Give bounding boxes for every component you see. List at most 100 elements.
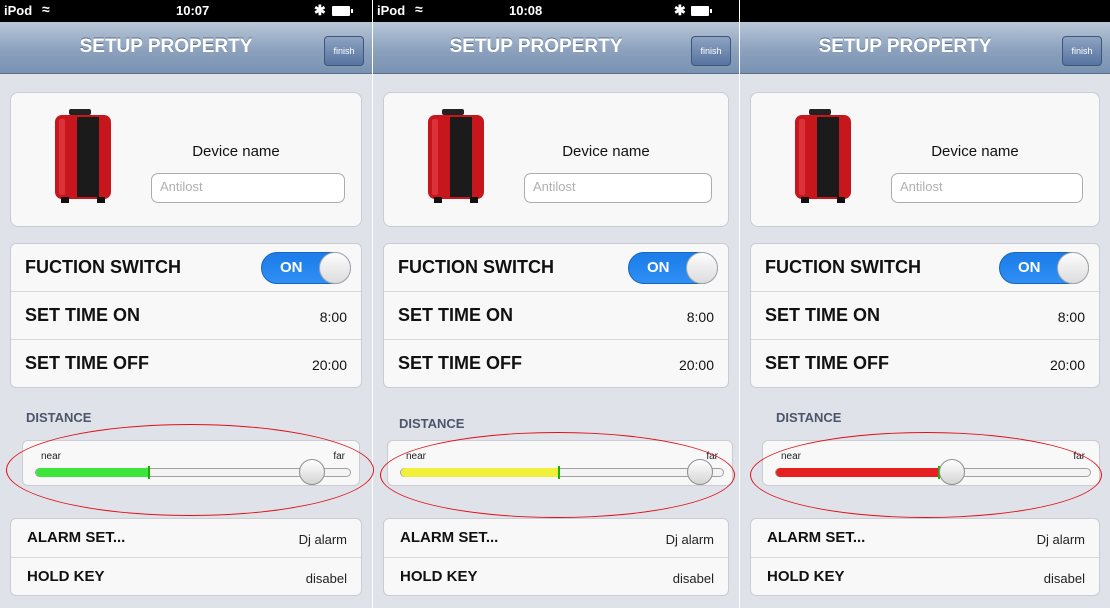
slider-thumb[interactable] bbox=[938, 459, 965, 485]
settings-group: FUCTION SWITCH ON SET TIME ON 8:00 SET T… bbox=[10, 243, 362, 388]
alarm-set-row[interactable]: ALARM SET... Dj alarm bbox=[384, 519, 728, 558]
function-switch-label: FUCTION SWITCH bbox=[398, 257, 554, 277]
function-switch-label: FUCTION SWITCH bbox=[25, 257, 181, 277]
set-time-off-row[interactable]: SET TIME OFF 20:00 bbox=[384, 340, 728, 388]
distance-slider-card: near far bbox=[387, 440, 733, 486]
slider-thumb[interactable] bbox=[299, 459, 326, 485]
clock: 10:08 bbox=[509, 3, 543, 18]
slider-thumb[interactable] bbox=[687, 459, 714, 485]
page-title: SETUP PROPERTY bbox=[79, 36, 253, 57]
finish-button[interactable]: finish bbox=[691, 36, 731, 66]
function-switch-toggle[interactable]: ON bbox=[261, 252, 351, 284]
toggle-state-label: ON bbox=[1018, 259, 1041, 276]
hold-key-label: HOLD KEY bbox=[27, 568, 105, 585]
distance-section-label: DISTANCE bbox=[399, 416, 465, 431]
device-name-input[interactable]: Antilost bbox=[891, 173, 1083, 203]
set-time-off-value: 20:00 bbox=[1049, 357, 1085, 373]
hold-key-row[interactable]: HOLD KEY disabel bbox=[751, 558, 1099, 597]
function-switch-toggle[interactable]: ON bbox=[628, 252, 718, 284]
set-time-on-value: 8:00 bbox=[686, 309, 714, 325]
far-label: far bbox=[706, 451, 718, 462]
near-label: near bbox=[41, 451, 62, 462]
options-group: ALARM SET... Dj alarm HOLD KEY disabel bbox=[10, 518, 362, 596]
distance-section-label: DISTANCE bbox=[776, 410, 842, 425]
alarm-set-label: ALARM SET... bbox=[27, 529, 126, 546]
device-name-input[interactable]: Antilost bbox=[151, 173, 345, 203]
distance-section-label: DISTANCE bbox=[26, 410, 92, 425]
set-time-off-label: SET TIME OFF bbox=[25, 353, 149, 373]
settings-group: FUCTION SWITCH ON SET TIME ON 8:00 SET T… bbox=[383, 243, 729, 388]
distance-slider[interactable] bbox=[35, 459, 351, 485]
function-switch-row: FUCTION SWITCH ON bbox=[751, 244, 1099, 292]
set-time-off-value: 20:00 bbox=[311, 357, 347, 373]
set-time-off-row[interactable]: SET TIME OFF 20:00 bbox=[11, 340, 361, 388]
set-time-on-row[interactable]: SET TIME ON 8:00 bbox=[751, 292, 1099, 340]
hold-key-label: HOLD KEY bbox=[400, 568, 478, 585]
toggle-knob bbox=[1057, 252, 1089, 284]
set-time-on-row[interactable]: SET TIME ON 8:00 bbox=[11, 292, 361, 340]
hold-key-value: disabel bbox=[305, 571, 347, 586]
distance-fill bbox=[36, 468, 150, 477]
battery-icon bbox=[332, 6, 353, 16]
alarm-set-value: Dj alarm bbox=[298, 532, 347, 547]
device-name-input[interactable]: Antilost bbox=[524, 173, 712, 203]
status-bar bbox=[740, 0, 1110, 22]
set-time-off-value: 20:00 bbox=[678, 357, 714, 373]
hold-key-value: disabel bbox=[672, 571, 714, 586]
bluetooth-icon: ✱ bbox=[674, 2, 686, 18]
near-label: near bbox=[781, 451, 802, 462]
device-card: Device name Antilost bbox=[10, 92, 362, 227]
bluetooth-icon: ✱ bbox=[314, 2, 326, 18]
hold-key-label: HOLD KEY bbox=[767, 568, 845, 585]
battery-icon bbox=[691, 6, 712, 16]
wifi-icon: ≈ bbox=[415, 1, 423, 17]
distance-marker bbox=[148, 466, 151, 479]
alarm-set-row[interactable]: ALARM SET... Dj alarm bbox=[11, 519, 361, 558]
near-label: near bbox=[406, 451, 427, 462]
set-time-on-label: SET TIME ON bbox=[398, 305, 514, 325]
distance-fill bbox=[401, 468, 559, 477]
finish-button[interactable]: finish bbox=[324, 36, 364, 66]
screen-1: iPod ≈ 10:07 ✱ SETUP PROPERTY finish Dev… bbox=[0, 0, 372, 608]
wifi-icon: ≈ bbox=[42, 1, 50, 17]
toggle-state-label: ON bbox=[647, 259, 670, 276]
device-name-label: Device name bbox=[931, 143, 1019, 160]
function-switch-toggle[interactable]: ON bbox=[999, 252, 1089, 284]
set-time-off-label: SET TIME OFF bbox=[765, 353, 889, 373]
hold-key-value: disabel bbox=[1043, 571, 1085, 586]
options-group: ALARM SET... Dj alarm HOLD KEY disabel bbox=[383, 518, 729, 596]
hold-key-row[interactable]: HOLD KEY disabel bbox=[384, 558, 728, 597]
finish-button[interactable]: finish bbox=[1062, 36, 1102, 66]
device-card: Device name Antilost bbox=[383, 92, 729, 227]
device-name-label: Device name bbox=[192, 143, 280, 160]
toggle-knob bbox=[686, 252, 718, 284]
far-label: far bbox=[333, 451, 345, 462]
function-switch-row: FUCTION SWITCH ON bbox=[384, 244, 728, 292]
nav-bar: SETUP PROPERTY finish bbox=[0, 22, 372, 74]
function-switch-row: FUCTION SWITCH ON bbox=[11, 244, 361, 292]
distance-slider[interactable] bbox=[400, 459, 724, 485]
suitcase-icon bbox=[55, 109, 111, 203]
set-time-on-value: 8:00 bbox=[1057, 309, 1085, 325]
nav-bar: SETUP PROPERTY finish bbox=[373, 22, 739, 74]
alarm-set-label: ALARM SET... bbox=[400, 529, 499, 546]
alarm-set-label: ALARM SET... bbox=[767, 529, 866, 546]
set-time-on-value: 8:00 bbox=[319, 309, 347, 325]
distance-fill bbox=[776, 468, 940, 477]
page-title: SETUP PROPERTY bbox=[818, 36, 992, 57]
status-bar: iPod ≈ 10:08 ✱ bbox=[373, 0, 739, 22]
set-time-on-row[interactable]: SET TIME ON 8:00 bbox=[384, 292, 728, 340]
distance-slider-card: near far bbox=[22, 440, 360, 486]
set-time-off-row[interactable]: SET TIME OFF 20:00 bbox=[751, 340, 1099, 388]
distance-slider[interactable] bbox=[775, 459, 1091, 485]
alarm-set-row[interactable]: ALARM SET... Dj alarm bbox=[751, 519, 1099, 558]
distance-marker bbox=[557, 466, 560, 479]
alarm-set-value: Dj alarm bbox=[665, 532, 714, 547]
hold-key-row[interactable]: HOLD KEY disabel bbox=[11, 558, 361, 597]
screen-2: iPod ≈ 10:08 ✱ SETUP PROPERTY finish Dev… bbox=[373, 0, 739, 608]
suitcase-icon bbox=[795, 109, 851, 203]
set-time-off-label: SET TIME OFF bbox=[398, 353, 522, 373]
settings-group: FUCTION SWITCH ON SET TIME ON 8:00 SET T… bbox=[750, 243, 1100, 388]
screen-3: SETUP PROPERTY finish Device name Antilo… bbox=[740, 0, 1110, 608]
set-time-on-label: SET TIME ON bbox=[25, 305, 141, 325]
